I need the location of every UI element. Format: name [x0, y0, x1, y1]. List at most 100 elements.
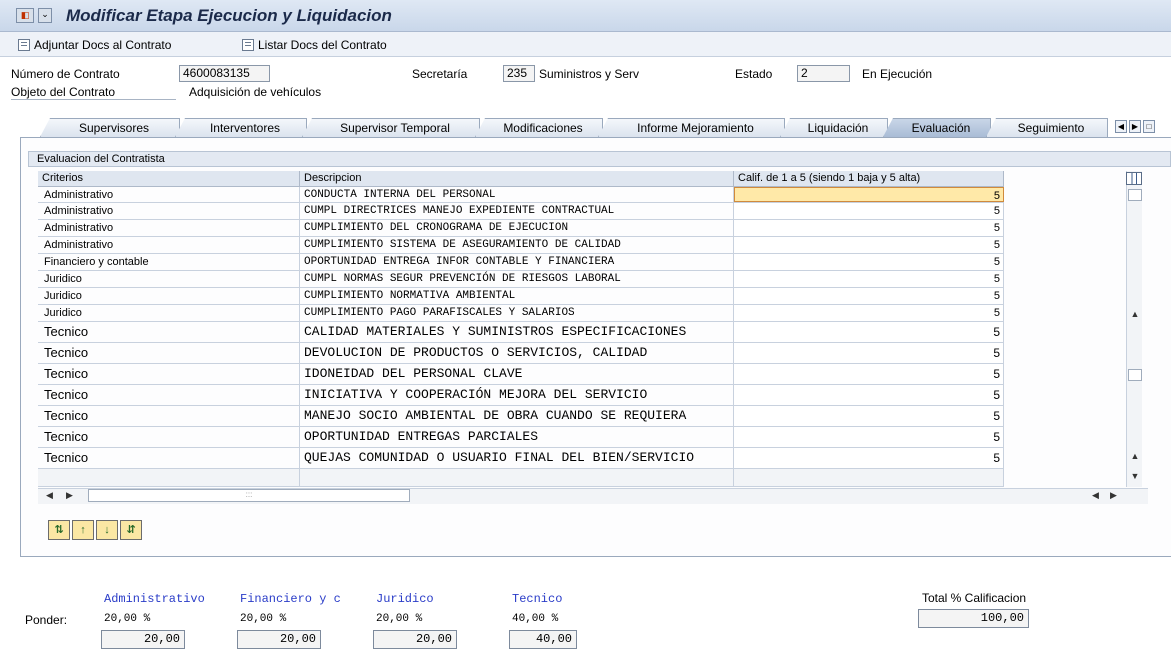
criterio-cell: Administrativo — [38, 220, 300, 236]
system-menu-icon[interactable]: ◧ — [16, 8, 34, 23]
pond-input-financiero[interactable]: 20,00 — [237, 630, 321, 649]
calificacion-input[interactable]: 5 — [734, 427, 1004, 447]
vertical-scroll-thumb-lower[interactable] — [1128, 369, 1142, 381]
descripcion-cell — [300, 469, 734, 486]
estado-name: En Ejecución — [862, 67, 933, 81]
scroll-left-icon-right[interactable]: ◀ — [1092, 490, 1099, 501]
tab-liquidacion[interactable]: Liquidación — [780, 118, 888, 137]
table-row[interactable]: Tecnico INICIATIVA Y COOPERACIÓN MEJORA … — [38, 385, 1004, 406]
total-calificacion-field[interactable]: 100,00 — [918, 609, 1029, 628]
table-row[interactable]: Administrativo CUMPL DIRECTRICES MANEJO … — [38, 203, 1004, 220]
table-row[interactable]: Administrativo CUMPLIMIENTO DEL CRONOGRA… — [38, 220, 1004, 237]
group-title: Evaluacion del Contratista — [28, 151, 1171, 167]
criterio-cell: Tecnico — [38, 448, 300, 468]
contract-number-label: Número de Contrato — [11, 67, 120, 81]
tab-informe-mejoramiento[interactable]: Informe Mejoramiento — [598, 118, 785, 137]
tab-scroll-left-icon[interactable]: ◀ — [1115, 120, 1127, 133]
pond-input-juridico[interactable]: 20,00 — [373, 630, 457, 649]
table-row[interactable]: Tecnico MANEJO SOCIO AMBIENTAL DE OBRA C… — [38, 406, 1004, 427]
total-calificacion-label: Total % Calificacion — [922, 591, 1027, 605]
criterio-cell: Tecnico — [38, 322, 300, 342]
calificacion-input[interactable]: 5 — [734, 406, 1004, 426]
row-up-icon: ↑ — [80, 524, 86, 536]
calificacion-input[interactable]: 5 — [734, 364, 1004, 384]
scroll-left-icon[interactable]: ◀ — [46, 490, 53, 501]
calificacion-input[interactable]: 5 — [734, 322, 1004, 342]
deselect-all-button[interactable]: ⇵ — [120, 520, 142, 540]
tab-evaluacion[interactable]: Evaluación — [883, 118, 991, 137]
row-down-button[interactable]: ↓ — [96, 520, 118, 540]
criterio-cell: Administrativo — [38, 237, 300, 253]
table-row[interactable]: Administrativo CONDUCTA INTERNA DEL PERS… — [38, 187, 1004, 203]
tab-list-icon[interactable]: □ — [1143, 120, 1155, 133]
table-row[interactable]: Tecnico IDONEIDAD DEL PERSONAL CLAVE 5 — [38, 364, 1004, 385]
calificacion-input[interactable]: 5 — [734, 448, 1004, 468]
secretaria-code-field[interactable]: 235 — [503, 65, 535, 82]
criterio-cell: Administrativo — [38, 187, 300, 202]
select-all-button[interactable]: ⇅ — [48, 520, 70, 540]
column-settings-icon[interactable] — [1126, 172, 1142, 185]
scroll-up-icon[interactable]: ▲ — [1130, 310, 1140, 320]
pond-pct-juridico: 20,00 % — [376, 613, 423, 625]
calificacion-input[interactable]: 5 — [734, 288, 1004, 304]
calificacion-input[interactable]: 5 — [734, 254, 1004, 270]
contract-number-field[interactable]: 4600083135 — [179, 65, 270, 82]
criterio-cell: Tecnico — [38, 385, 300, 405]
calificacion-input[interactable]: 5 — [734, 220, 1004, 236]
scroll-down-icon[interactable]: ▼ — [1130, 472, 1140, 482]
criterio-cell — [38, 469, 300, 486]
table-row[interactable]: Tecnico CALIDAD MATERIALES Y SUMINISTROS… — [38, 322, 1004, 343]
vertical-scroll-thumb[interactable] — [1128, 189, 1142, 201]
column-header-descripcion[interactable]: Descripcion — [300, 171, 734, 187]
calificacion-input[interactable]: 5 — [734, 305, 1004, 321]
table-row[interactable]: Financiero y contable OPORTUNIDAD ENTREG… — [38, 254, 1004, 271]
secretaria-label: Secretaría — [412, 67, 468, 81]
calificacion-input[interactable]: 5 — [734, 237, 1004, 253]
calificacion-input[interactable]: 5 — [734, 385, 1004, 405]
tab-strip: Supervisores Interventores Supervisor Te… — [30, 118, 1171, 137]
calificacion-input[interactable]: 5 — [734, 187, 1004, 202]
descripcion-cell: CUMPL NORMAS SEGUR PREVENCIÓN DE RIESGOS… — [300, 271, 734, 287]
tab-supervisor-temporal[interactable]: Supervisor Temporal — [302, 118, 480, 137]
scroll-up-icon-lower[interactable]: ▲ — [1130, 452, 1140, 462]
table-row[interactable]: Tecnico QUEJAS COMUNIDAD O USUARIO FINAL… — [38, 448, 1004, 469]
calificacion-input[interactable]: 5 — [734, 203, 1004, 219]
table-row[interactable]: Juridico CUMPLIMIENTO PAGO PARAFISCALES … — [38, 305, 1004, 322]
table-row[interactable]: Juridico CUMPL NORMAS SEGUR PREVENCIÓN D… — [38, 271, 1004, 288]
criterio-cell: Tecnico — [38, 343, 300, 363]
estado-code-field[interactable]: 2 — [797, 65, 850, 82]
list-docs-button[interactable]: Listar Docs del Contrato — [242, 36, 387, 53]
criterio-cell: Juridico — [38, 305, 300, 321]
document-list-icon — [242, 38, 254, 51]
menu-dropdown-icon[interactable]: ⌄ — [38, 8, 52, 23]
tab-modificaciones[interactable]: Modificaciones — [475, 118, 603, 137]
column-header-calificacion[interactable]: Calif. de 1 a 5 (siendo 1 baja y 5 alta) — [734, 171, 1004, 187]
pond-input-administrativo[interactable]: 20,00 — [101, 630, 185, 649]
title-bar: ◧ ⌄ Modificar Etapa Ejecucion y Liquidac… — [0, 0, 1171, 32]
calificacion-input[interactable]: 5 — [734, 343, 1004, 363]
tab-seguimiento[interactable]: Seguimiento — [986, 118, 1108, 137]
scroll-right-icon-right[interactable]: ▶ — [1110, 490, 1117, 501]
horizontal-scroll-thumb[interactable]: ::: — [88, 489, 410, 502]
calificacion-input[interactable]: 5 — [734, 271, 1004, 287]
descripcion-cell: IDONEIDAD DEL PERSONAL CLAVE — [300, 364, 734, 384]
calificacion-input[interactable] — [734, 469, 1004, 486]
attach-icon — [18, 38, 30, 51]
column-header-criterios[interactable]: Criterios — [38, 171, 300, 187]
table-row-empty[interactable] — [38, 469, 1004, 487]
window-title: Modificar Etapa Ejecucion y Liquidacion — [66, 6, 392, 25]
tab-scroll-right-icon[interactable]: ▶ — [1129, 120, 1141, 133]
attach-docs-label: Adjuntar Docs al Contrato — [34, 37, 172, 52]
vertical-scrollbar[interactable] — [1126, 171, 1142, 487]
pond-input-tecnico[interactable]: 40,00 — [509, 630, 577, 649]
scroll-right-icon[interactable]: ▶ — [66, 490, 73, 501]
tab-interventores[interactable]: Interventores — [175, 118, 307, 137]
tab-supervisores[interactable]: Supervisores — [40, 118, 180, 137]
table-row[interactable]: Administrativo CUMPLIMIENTO SISTEMA DE A… — [38, 237, 1004, 254]
table-row[interactable]: Tecnico DEVOLUCION DE PRODUCTOS O SERVIC… — [38, 343, 1004, 364]
row-up-button[interactable]: ↑ — [72, 520, 94, 540]
table-row[interactable]: Tecnico OPORTUNIDAD ENTREGAS PARCIALES 5 — [38, 427, 1004, 448]
table-row[interactable]: Juridico CUMPLIMIENTO NORMATIVA AMBIENTA… — [38, 288, 1004, 305]
descripcion-cell: CUMPLIMIENTO NORMATIVA AMBIENTAL — [300, 288, 734, 304]
attach-docs-button[interactable]: Adjuntar Docs al Contrato — [18, 36, 171, 53]
